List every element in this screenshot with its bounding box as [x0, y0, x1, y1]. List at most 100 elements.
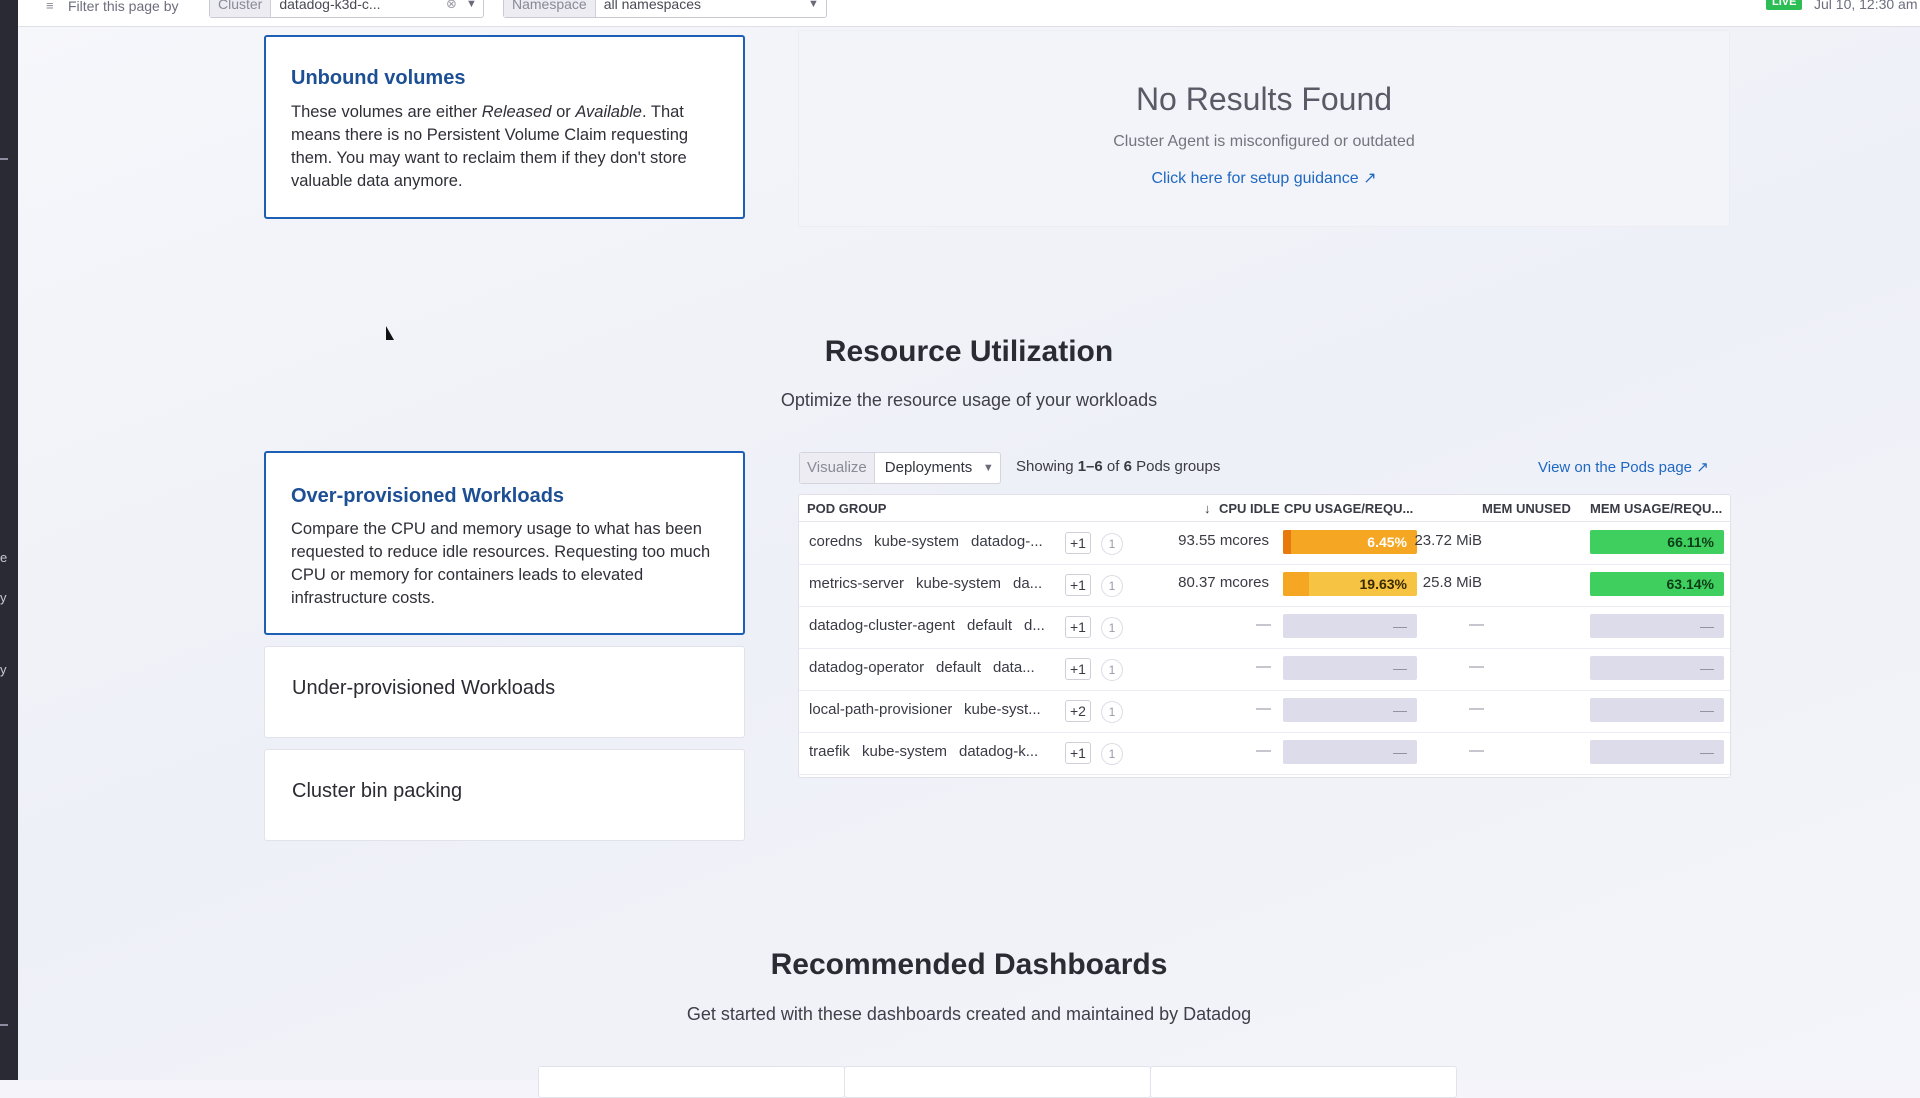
more-tags-button[interactable]: +1 — [1065, 532, 1091, 554]
pod-count-badge: 1 — [1101, 617, 1123, 639]
visualize-key: Visualize — [800, 453, 875, 483]
table-row[interactable]: datadog-operator default data... +1 1 — — — — — [799, 648, 1730, 691]
header-mem-usage[interactable]: MEM USAGE/REQU... — [1590, 501, 1722, 516]
header-pod-group[interactable]: POD GROUP — [807, 501, 886, 516]
pod-group-name[interactable]: datadog-cluster-agent — [809, 616, 955, 636]
more-tags-button[interactable]: +1 — [1065, 574, 1091, 596]
namespace-tag[interactable]: kube-system — [862, 742, 947, 762]
nav-fragment: y — [0, 590, 7, 605]
sort-desc-icon[interactable]: ↓ — [1204, 501, 1211, 516]
namespace-tag[interactable]: default — [936, 658, 981, 678]
label-tag[interactable]: d... — [1024, 616, 1045, 636]
namespace-filter[interactable]: Namespace all namespaces ▼ — [503, 0, 827, 18]
resource-utilization-subtitle: Optimize the resource usage of your work… — [780, 390, 1158, 410]
table-row[interactable]: traefik kube-system datadog-k... +1 1 — — — — — [799, 732, 1730, 775]
chevron-down-icon[interactable]: ▼ — [808, 0, 819, 15]
pod-group-name[interactable]: coredns — [809, 532, 862, 552]
view-pods-link[interactable]: View on the Pods page ↗ — [1538, 458, 1709, 476]
namespace-tag[interactable]: kube-system — [874, 532, 959, 552]
mem-usage-bar: 63.14% — [1590, 572, 1724, 596]
pod-group-name[interactable]: metrics-server — [809, 574, 904, 594]
cpu-idle-value: 80.37 mcores — [1178, 574, 1269, 591]
table-row[interactable]: datadog-cluster-agent default d... +1 1 — — — — — [799, 606, 1730, 649]
cpu-usage-percent: — — [1393, 744, 1407, 760]
nav-marker — [0, 1024, 8, 1026]
label-tag[interactable]: datadog-... — [971, 532, 1043, 552]
pod-count-badge: 1 — [1101, 701, 1123, 723]
no-results-title: No Results Found — [1135, 81, 1393, 117]
dashboard-card[interactable] — [538, 1066, 845, 1098]
dashboard-card[interactable] — [844, 1066, 1151, 1098]
under-provisioned-card[interactable]: Under-provisioned Workloads — [264, 646, 745, 738]
visualize-select[interactable]: Visualize Deployments ▼ — [799, 452, 1001, 484]
pod-group-name[interactable]: local-path-provisioner — [809, 700, 952, 720]
over-provisioned-card[interactable]: Over-provisioned Workloads Compare the C… — [264, 451, 745, 635]
cpu-idle-value: 93.55 mcores — [1178, 532, 1269, 549]
dashboard-card[interactable] — [1150, 1066, 1457, 1098]
external-link-icon: ↗ — [1363, 170, 1377, 187]
more-tags-button[interactable]: +1 — [1065, 658, 1091, 680]
pod-group-table: POD GROUP ↓ CPU IDLE CPU USAGE/REQU... M… — [798, 494, 1731, 778]
visualize-value[interactable]: Deployments ▼ — [875, 453, 1000, 483]
pod-group-name[interactable]: datadog-operator — [809, 658, 924, 678]
left-nav-rail: e y y — [0, 0, 18, 1080]
external-link-icon: ↗ — [1696, 459, 1709, 476]
more-tags-button[interactable]: +1 — [1065, 742, 1091, 764]
header-cpu-usage[interactable]: CPU USAGE/REQU... — [1284, 501, 1413, 516]
header-cpu-idle[interactable]: CPU IDLE — [1219, 501, 1280, 516]
no-results-subtitle: Cluster Agent is misconfigured or outdat… — [1113, 133, 1415, 150]
recommended-dashboards-title: Recommended Dashboards — [770, 948, 1168, 981]
cluster-filter[interactable]: Cluster datadog-k3d-c... ⊗ ▼ — [209, 0, 484, 18]
mem-unused-value: — — [1469, 658, 1484, 675]
namespace-tag[interactable]: default — [967, 616, 1012, 636]
mem-usage-percent: — — [1700, 744, 1714, 760]
main-content: ≡ Filter this page by Cluster datadog-k3d… — [18, 0, 1920, 1098]
namespace-filter-value: all namespaces — [603, 0, 701, 12]
pod-count-badge: 1 — [1101, 533, 1123, 555]
mem-usage-percent: 66.11% — [1667, 534, 1714, 550]
label-tag[interactable]: data... — [993, 658, 1035, 678]
cpu-usage-percent: — — [1393, 660, 1407, 676]
mem-usage-bar: 66.11% — [1590, 530, 1724, 554]
mem-unused-value: 25.8 MiB — [1422, 574, 1482, 591]
pod-count-badge: 1 — [1101, 659, 1123, 681]
namespace-filter-key: Namespace — [504, 0, 596, 17]
mem-unused-value: — — [1469, 616, 1484, 633]
namespace-tag[interactable]: kube-syst... — [964, 700, 1041, 720]
table-row[interactable]: coredns kube-system datadog-... +1 1 93.55 mc… — [799, 522, 1730, 565]
namespace-tag[interactable]: kube-system — [916, 574, 1001, 594]
mem-usage-bar: — — [1590, 698, 1724, 722]
unbound-volumes-card[interactable]: Unbound volumes These volumes are either… — [264, 35, 745, 219]
label-tag[interactable]: datadog-k... — [959, 742, 1038, 762]
time-display[interactable]: Jul 10, 12:30 am — [1814, 0, 1918, 12]
cpu-usage-bar: — — [1283, 698, 1417, 722]
pod-group-name[interactable]: traefik — [809, 742, 850, 762]
mem-unused-value: 23.72 MiB — [1414, 532, 1482, 549]
mem-usage-percent: — — [1700, 702, 1714, 718]
label-tag[interactable]: da... — [1013, 574, 1042, 594]
card-description: Compare the CPU and memory usage to what… — [291, 520, 711, 607]
mem-usage-percent: — — [1700, 660, 1714, 676]
nav-fragment: e — [0, 550, 8, 565]
pod-count-badge: 1 — [1101, 575, 1123, 597]
recommended-dashboards-subtitle: Get started with these dashboards create… — [686, 1004, 1252, 1024]
cluster-filter-value: datadog-k3d-c... — [279, 0, 381, 12]
card-title: Cluster bin packing — [292, 780, 463, 802]
clear-icon[interactable]: ⊗ — [446, 0, 457, 15]
table-row[interactable]: local-path-provisioner kube-syst... +2 1 — — —… — [799, 690, 1730, 733]
showing-count: Showing 1–6 of 6 Pods groups — [1016, 458, 1221, 475]
table-row[interactable]: metrics-server kube-system da... +1 1 80.37 m… — [799, 564, 1730, 607]
pod-count-badge: 1 — [1101, 743, 1123, 765]
setup-guidance-link[interactable]: Click here for setup guidance ↗ — [799, 168, 1729, 188]
cluster-filter-key: Cluster — [210, 0, 272, 17]
chevron-down-icon[interactable]: ▼ — [466, 0, 477, 15]
nav-marker — [0, 158, 8, 160]
header-mem-unused[interactable]: MEM UNUSED — [1482, 501, 1571, 516]
filter-icon: ≡ — [46, 0, 54, 13]
cpu-idle-value: — — [1256, 700, 1271, 717]
live-badge[interactable]: LIVE — [1766, 0, 1803, 10]
more-tags-button[interactable]: +1 — [1065, 616, 1091, 638]
cluster-bin-packing-card[interactable]: Cluster bin packing — [264, 749, 745, 841]
cpu-usage-bar: — — [1283, 740, 1417, 764]
more-tags-button[interactable]: +2 — [1065, 700, 1091, 722]
